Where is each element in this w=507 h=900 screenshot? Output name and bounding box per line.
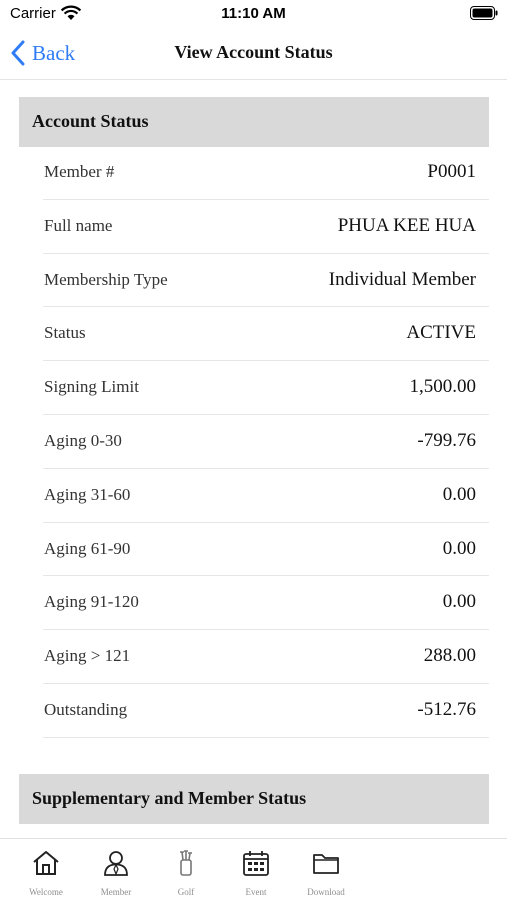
page-title: View Account Status <box>174 42 333 62</box>
row-aging-31-60: Aging 31-60 0.00 <box>43 469 489 523</box>
battery-icon <box>470 6 498 20</box>
golf-icon <box>180 850 192 876</box>
row-label: Aging 31-60 <box>44 484 131 504</box>
section-title: Supplementary and Member Status <box>32 788 307 808</box>
row-full-name: Full name PHUA KEE HUA <box>43 200 489 254</box>
row-aging-0-30: Aging 0-30 -799.76 <box>43 415 489 469</box>
calendar-icon <box>243 851 269 876</box>
row-value: -799.76 <box>417 429 476 451</box>
row-value: PHUA KEE HUA <box>337 214 476 236</box>
row-label: Signing Limit <box>44 377 139 397</box>
clock-time: 11:10 AM <box>221 5 286 22</box>
tab-golf[interactable]: Golf <box>151 839 221 900</box>
row-value: ACTIVE <box>406 322 476 344</box>
row-aging-91-120: Aging 91-120 0.00 <box>43 576 489 631</box>
tab-label: Event <box>245 887 267 897</box>
tab-bar: Welcome Member Golf Event Download <box>0 838 507 900</box>
row-membership-type: Membership Type Individual Member <box>43 254 489 308</box>
folder-icon <box>313 854 339 874</box>
row-label: Status <box>44 323 86 343</box>
row-value: P0001 <box>427 161 476 182</box>
tab-welcome[interactable]: Welcome <box>11 839 81 900</box>
status-bar: Carrier 11:10 AM <box>0 0 507 28</box>
row-label: Aging 0-30 <box>44 430 122 450</box>
home-icon <box>33 851 59 875</box>
row-status: Status ACTIVE <box>43 307 489 362</box>
tab-label: Golf <box>177 887 195 897</box>
tab-download[interactable]: Download <box>291 839 361 900</box>
tab-member[interactable]: Member <box>81 839 151 900</box>
row-label: Aging 61-90 <box>44 538 131 558</box>
row-outstanding: Outstanding -512.76 <box>43 684 489 738</box>
row-value: 0.00 <box>442 483 476 505</box>
row-member-number: Member # P0001 <box>43 146 489 200</box>
row-label: Full name <box>44 215 113 235</box>
section-title: Account Status <box>32 111 149 131</box>
row-value: 1,500.00 <box>409 376 477 398</box>
member-icon <box>104 851 128 876</box>
supplementary-section-header: Supplementary and Member Status <box>19 774 489 824</box>
tab-label: Welcome <box>29 887 63 897</box>
account-status-list: Member # P0001 Full name PHUA KEE HUA Me… <box>43 146 489 738</box>
row-signing-limit: Signing Limit 1,500.00 <box>43 361 489 415</box>
tab-event[interactable]: Event <box>221 839 291 900</box>
row-label: Member # <box>44 162 115 181</box>
row-value: -512.76 <box>417 698 476 720</box>
account-status-section-header: Account Status <box>19 97 489 147</box>
row-value: 288.00 <box>423 645 476 667</box>
row-value: 0.00 <box>442 537 476 559</box>
tab-label: Download <box>307 887 345 897</box>
row-value: 0.00 <box>442 591 476 613</box>
row-aging-61-90: Aging 61-90 0.00 <box>43 523 489 577</box>
row-label: Aging 91-120 <box>44 592 139 612</box>
row-aging-over-121: Aging > 121 288.00 <box>43 630 489 684</box>
row-label: Aging > 121 <box>44 646 131 666</box>
row-value: Individual Member <box>328 268 476 290</box>
tab-label: Member <box>100 887 132 897</box>
row-label: Outstanding <box>44 699 128 719</box>
navigation-bar: Back View Account Status <box>0 28 507 80</box>
row-label: Membership Type <box>44 269 168 289</box>
